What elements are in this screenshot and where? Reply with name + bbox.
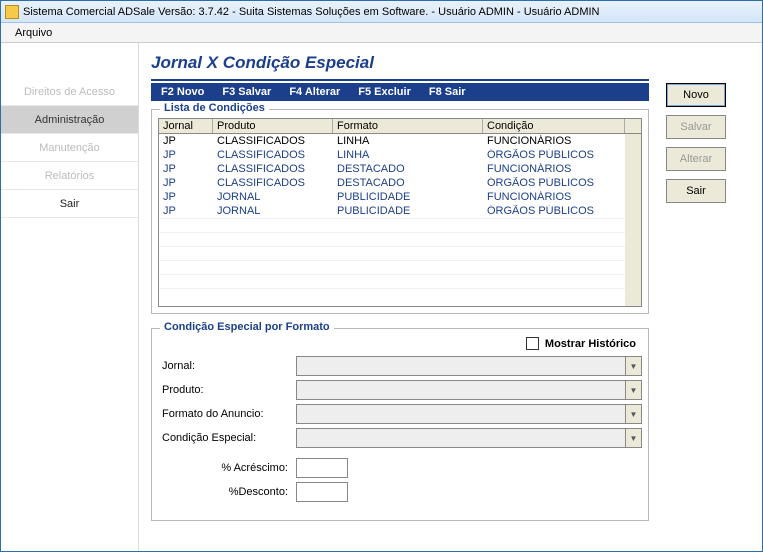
grid-cell: CLASSIFICADOS <box>213 177 333 189</box>
chevron-down-icon[interactable]: ▼ <box>625 429 641 447</box>
table-row[interactable]: JPJORNALPUBLICIDADEÓRGÃOS PÚBLICOS <box>159 204 625 218</box>
shortcut-bar: F2 Novo F3 Salvar F4 Alterar F5 Excluir … <box>151 83 649 101</box>
grid-cell: LINHA <box>333 149 483 161</box>
grid-cell: JP <box>159 205 213 217</box>
sidebar: Direitos de Acesso Administração Manuten… <box>1 43 139 551</box>
grid-cell: FUNCIONÁRIOS <box>483 191 625 203</box>
title-underline <box>151 79 649 81</box>
chevron-down-icon[interactable]: ▼ <box>625 405 641 423</box>
sair-button[interactable]: Sair <box>666 179 726 203</box>
col-jornal[interactable]: Jornal <box>159 119 213 133</box>
grid-cell: PUBLICIDADE <box>333 191 483 203</box>
input-desconto[interactable] <box>296 482 348 502</box>
label-condicao: Condição Especial: <box>158 432 288 444</box>
grid-cell: DESTACADO <box>333 163 483 175</box>
action-buttons: Novo Salvar Alterar Sair <box>666 83 726 203</box>
app-icon <box>5 5 19 19</box>
lista-condicoes-group: Lista de Condições Jornal Produto Format… <box>151 109 649 314</box>
menu-arquivo[interactable]: Arquivo <box>7 25 60 41</box>
sidebar-item-relatorios[interactable]: Relatórios <box>1 162 138 190</box>
col-produto[interactable]: Produto <box>213 119 333 133</box>
grid-cell: ÓRGÃOS PÚBLICOS <box>483 205 625 217</box>
table-row[interactable]: JPCLASSIFICADOSDESTACADOÓRGÃOS PÚBLICOS <box>159 176 625 190</box>
shortcut-novo[interactable]: F2 Novo <box>161 86 204 98</box>
combo-jornal[interactable]: ▼ <box>296 356 642 376</box>
grid-cell: FUNCIONÁRIOS <box>483 163 625 175</box>
salvar-button[interactable]: Salvar <box>666 115 726 139</box>
grid-cell: PUBLICIDADE <box>333 205 483 217</box>
table-row[interactable]: JPCLASSIFICADOSDESTACADOFUNCIONÁRIOS <box>159 162 625 176</box>
form-group: Condição Especial por Formato Mostrar Hi… <box>151 328 649 521</box>
content-area: Jornal X Condição Especial F2 Novo F3 Sa… <box>139 43 762 551</box>
grid-cell: JORNAL <box>213 191 333 203</box>
grid-header: Jornal Produto Formato Condição <box>159 119 641 134</box>
combo-produto[interactable]: ▼ <box>296 380 642 400</box>
sidebar-item-sair[interactable]: Sair <box>1 190 138 218</box>
table-row[interactable]: JPJORNALPUBLICIDADEFUNCIONÁRIOS <box>159 190 625 204</box>
chevron-down-icon[interactable]: ▼ <box>625 357 641 375</box>
page-title: Jornal X Condição Especial <box>151 53 754 73</box>
form-legend: Condição Especial por Formato <box>160 321 334 333</box>
input-acrescimo[interactable] <box>296 458 348 478</box>
label-formato: Formato do Anuncio: <box>158 408 288 420</box>
shortcut-salvar[interactable]: F3 Salvar <box>222 86 271 98</box>
grid-cell: ÓRGÃOS PÚBLICOS <box>483 177 625 189</box>
lista-legend: Lista de Condições <box>160 102 269 114</box>
mostrar-historico-label: Mostrar Histórico <box>545 338 636 350</box>
col-formato[interactable]: Formato <box>333 119 483 133</box>
grid-cell: JP <box>159 163 213 175</box>
grid-cell: FUNCIONÁRIOS <box>483 135 625 147</box>
window-title: Sistema Comercial ADSale Versão: 3.7.42 … <box>23 6 600 18</box>
combo-formato[interactable]: ▼ <box>296 404 642 424</box>
chevron-down-icon[interactable]: ▼ <box>625 381 641 399</box>
grid-cell: JP <box>159 135 213 147</box>
shortcut-sair[interactable]: F8 Sair <box>429 86 466 98</box>
table-row[interactable]: JPCLASSIFICADOSLINHAÓRGÃOS PÚBLICOS <box>159 148 625 162</box>
grid-cell: CLASSIFICADOS <box>213 135 333 147</box>
table-row[interactable]: JPCLASSIFICADOSLINHAFUNCIONÁRIOS <box>159 134 625 148</box>
grid-body[interactable]: JPCLASSIFICADOSLINHAFUNCIONÁRIOSJPCLASSI… <box>159 134 641 306</box>
mostrar-historico-checkbox[interactable] <box>526 337 539 350</box>
label-produto: Produto: <box>158 384 288 396</box>
novo-button[interactable]: Novo <box>666 83 726 107</box>
grid-cell: JP <box>159 149 213 161</box>
sidebar-item-direitos[interactable]: Direitos de Acesso <box>1 78 138 106</box>
label-acrescimo: % Acréscimo: <box>158 462 288 474</box>
shortcut-excluir[interactable]: F5 Excluir <box>358 86 411 98</box>
label-desconto: %Desconto: <box>158 486 288 498</box>
grid-cell: JORNAL <box>213 205 333 217</box>
grid-cell: ÓRGÃOS PÚBLICOS <box>483 149 625 161</box>
grid-cell: JP <box>159 191 213 203</box>
grid-cell: CLASSIFICADOS <box>213 149 333 161</box>
menubar: Arquivo <box>1 23 762 43</box>
col-condicao[interactable]: Condição <box>483 119 625 133</box>
grid-cell: LINHA <box>333 135 483 147</box>
titlebar: Sistema Comercial ADSale Versão: 3.7.42 … <box>1 1 762 23</box>
sidebar-item-manutencao[interactable]: Manutenção <box>1 134 138 162</box>
grid-cell: DESTACADO <box>333 177 483 189</box>
shortcut-alterar[interactable]: F4 Alterar <box>289 86 340 98</box>
sidebar-item-administracao[interactable]: Administração <box>1 106 138 134</box>
grid-cell: JP <box>159 177 213 189</box>
label-jornal: Jornal: <box>158 360 288 372</box>
conditions-grid[interactable]: Jornal Produto Formato Condição JPCLASSI… <box>158 118 642 307</box>
grid-cell: CLASSIFICADOS <box>213 163 333 175</box>
combo-condicao[interactable]: ▼ <box>296 428 642 448</box>
alterar-button[interactable]: Alterar <box>666 147 726 171</box>
